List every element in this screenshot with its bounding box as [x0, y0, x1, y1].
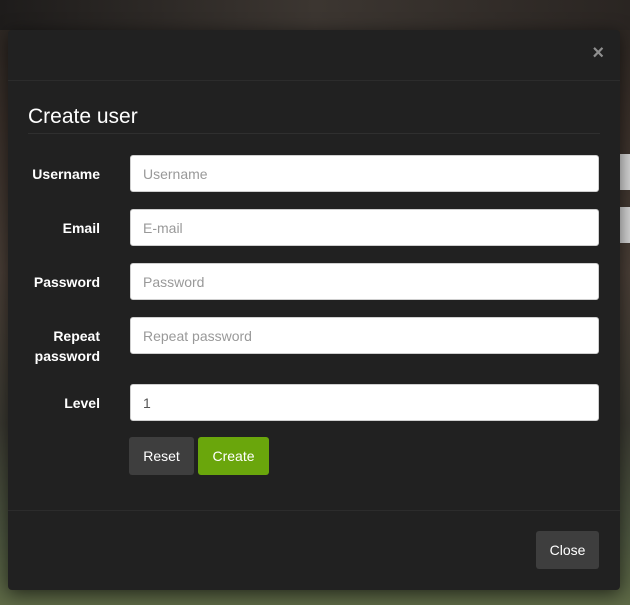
username-input[interactable] [130, 155, 599, 192]
form-buttons: Reset Create [129, 437, 600, 475]
create-button[interactable]: Create [198, 437, 269, 475]
background-page-header [0, 0, 630, 30]
email-input[interactable] [130, 209, 599, 246]
create-user-modal: × Create user Username Email Password Re… [8, 30, 620, 590]
level-row: Level [28, 384, 600, 421]
modal-footer: Close [8, 510, 620, 590]
repeat-password-label: Repeat password [34, 328, 100, 364]
email-label: Email [62, 220, 100, 236]
username-row: Username [28, 155, 600, 192]
email-row: Email [28, 209, 600, 246]
repeat-password-row: Repeat password [28, 317, 600, 366]
reset-button[interactable]: Reset [129, 437, 194, 475]
create-user-form: Username Email Password Repeat password … [28, 155, 600, 475]
password-label: Password [33, 274, 100, 290]
repeat-password-input[interactable] [130, 317, 599, 354]
modal-header: × [8, 30, 620, 81]
password-input[interactable] [130, 263, 599, 300]
username-label: Username [32, 166, 100, 182]
close-icon[interactable]: × [592, 42, 604, 64]
modal-title: Create user [28, 81, 600, 134]
password-row: Password [28, 263, 600, 300]
close-button[interactable]: Close [536, 531, 599, 569]
level-label: Level [64, 395, 100, 411]
modal-body: Create user Username Email Password Repe… [8, 81, 620, 475]
level-input[interactable] [130, 384, 599, 421]
